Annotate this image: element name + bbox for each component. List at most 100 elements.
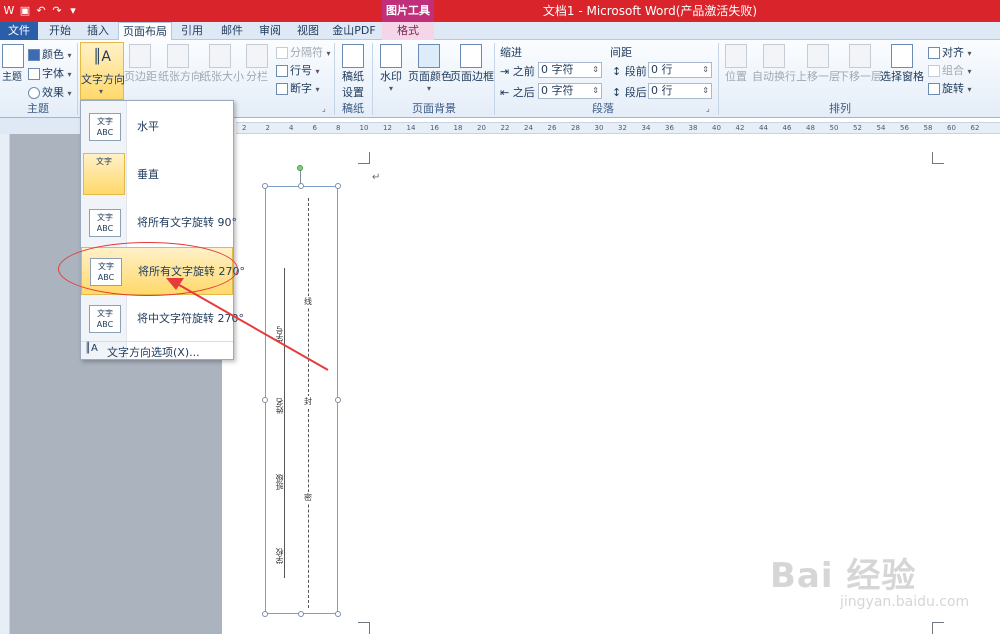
text-direction-icon: ║A — [92, 49, 111, 65]
themes-button[interactable]: 主题 — [0, 44, 24, 83]
label-class: 班级 — [275, 474, 284, 490]
line-numbers-button[interactable]: 行号 ▾ — [276, 62, 320, 78]
page-borders-button[interactable]: 页面边框 — [450, 44, 494, 84]
ruler-tick-label: 28 — [571, 124, 580, 132]
send-backward-button[interactable]: 下移一层 — [838, 44, 882, 84]
indent-after-input[interactable]: 0 字符 ⇕ — [538, 83, 602, 99]
selection-pane-button[interactable]: 选择窗格 — [880, 44, 924, 84]
tab-file[interactable]: 文件 — [0, 22, 38, 40]
spacing-before-input[interactable]: 0 行 ⇕ — [648, 62, 712, 78]
vertical-ruler[interactable] — [0, 134, 10, 634]
resize-handle-top[interactable] — [298, 183, 304, 189]
hyphenation-button[interactable]: 断字 ▾ — [276, 80, 320, 96]
menu-item-rotate-90[interactable]: 文字ABC 将所有文字旋转 90° — [81, 199, 237, 247]
spinner-icon[interactable]: ⇕ — [592, 63, 599, 77]
tab-review[interactable]: 审阅 — [252, 22, 288, 40]
tab-mailings[interactable]: 邮件 — [214, 22, 250, 40]
wrap-text-button[interactable]: 自动换行 — [752, 44, 796, 84]
orientation-button[interactable]: 纸张方向 — [158, 44, 202, 84]
ruler-tick-label: 4 — [289, 124, 294, 132]
paragraph-mark: ↵ — [372, 172, 381, 183]
group-objects-button[interactable]: 组合 ▾ — [928, 62, 972, 78]
chevron-down-icon: ▾ — [67, 89, 72, 98]
tab-view[interactable]: 视图 — [290, 22, 326, 40]
align-button[interactable]: 对齐 ▾ — [928, 44, 972, 60]
page-color-icon — [418, 44, 440, 68]
dialog-launcher-icon[interactable]: ⌟ — [706, 104, 710, 113]
resize-handle-left[interactable] — [262, 397, 268, 403]
spinner-icon[interactable]: ⇕ — [592, 84, 599, 98]
ruler-tick-label: 42 — [735, 124, 745, 132]
draft-settings-button[interactable]: 稿纸 设置 — [338, 44, 368, 100]
tab-jinshan-pdf[interactable]: 金山PDF — [330, 22, 378, 40]
crop-mark — [932, 622, 944, 634]
ruler-tick-label: 26 — [547, 124, 557, 132]
spinner-icon[interactable]: ⇕ — [702, 84, 709, 98]
ruler-tick-label: 56 — [900, 124, 909, 132]
resize-handle-bottom-right[interactable] — [335, 611, 341, 617]
size-button[interactable]: 纸张大小 — [200, 44, 244, 84]
tab-references[interactable]: 引用 — [174, 22, 210, 40]
resize-handle-top-left[interactable] — [262, 183, 268, 189]
text-direction-button[interactable]: ║A 文字方向 ▾ — [80, 42, 125, 100]
selection-pane-icon — [891, 44, 913, 68]
ruler-tick-label: 46 — [782, 124, 792, 132]
spinner-icon[interactable]: ⇕ — [702, 63, 709, 77]
orientation-icon — [167, 44, 189, 68]
resize-handle-right[interactable] — [335, 397, 341, 403]
tab-format[interactable]: 格式 — [382, 22, 434, 40]
ruler-tick-label: 62 — [970, 124, 980, 132]
rotate-icon — [928, 83, 940, 95]
page-borders-icon — [460, 44, 482, 68]
bring-forward-button[interactable]: 上移一层 — [796, 44, 840, 84]
ruler-tick-label: 14 — [406, 124, 416, 132]
rotate-handle[interactable] — [297, 165, 303, 171]
indent-before-input[interactable]: 0 字符 ⇕ — [538, 62, 602, 78]
ruler-tick-label: 10 — [359, 124, 369, 132]
undo-icon[interactable]: ↶ — [34, 3, 48, 19]
horizontal-ruler[interactable]: 2 2 4 6 8 10 12 14 16 18 20 22 24 26 28 30 32 34 36 38 40 42 4… — [236, 122, 1000, 134]
chevron-down-icon: ▾ — [426, 84, 431, 93]
resize-handle-bottom-left[interactable] — [262, 611, 268, 617]
resize-handle-bottom[interactable] — [298, 611, 304, 617]
menu-item-horizontal[interactable]: 文字ABC 水平 — [81, 103, 233, 151]
fonts-button[interactable]: 字体 ▾ — [28, 65, 72, 81]
margins-button[interactable]: 页边距 — [124, 44, 157, 84]
ruler-tick-label: 40 — [712, 124, 721, 132]
columns-button[interactable]: 分栏 — [244, 44, 270, 84]
tab-home[interactable]: 开始 — [42, 22, 78, 40]
ruler-corner — [0, 118, 80, 134]
position-button[interactable]: 位置 — [722, 44, 750, 84]
tab-page-layout[interactable]: 页面布局 — [118, 22, 172, 41]
spacing-after-input[interactable]: 0 行 ⇕ — [648, 83, 712, 99]
tab-insert[interactable]: 插入 — [80, 22, 116, 40]
save-icon[interactable]: ▣ — [18, 3, 32, 19]
send-backward-icon — [849, 44, 871, 68]
text-direction-options-icon: ║A — [85, 343, 98, 354]
chevron-down-icon: ▾ — [315, 67, 320, 76]
ruler-tick-label: 8 — [336, 124, 341, 132]
resize-handle-top-right[interactable] — [335, 183, 341, 189]
dialog-launcher-icon[interactable]: ⌟ — [322, 104, 326, 113]
rotate-90-text-icon: 文字ABC — [89, 209, 121, 237]
group-label-arrange: 排列 — [829, 102, 851, 115]
watermark-icon — [380, 44, 402, 68]
crop-mark — [358, 152, 370, 164]
group-label-page-background: 页面背景 — [412, 102, 456, 115]
group-separator — [718, 43, 719, 115]
breaks-button[interactable]: 分隔符 ▾ — [276, 44, 331, 60]
menu-item-vertical[interactable]: 文字 垂直 — [81, 151, 233, 199]
ruler-tick-label: 12 — [383, 124, 392, 132]
ruler-tick-label: 54 — [876, 124, 886, 132]
quick-access-toolbar: W ▣ ↶ ↷ ▾ — [0, 0, 80, 22]
colors-button[interactable]: 颜色 ▾ — [28, 46, 72, 62]
rotate-button[interactable]: 旋转 ▾ — [928, 80, 972, 96]
page-color-button[interactable]: 页面颜色 ▾ — [408, 44, 452, 93]
customize-qat-icon[interactable]: ▾ — [66, 3, 80, 19]
effects-button[interactable]: 效果 ▾ — [28, 84, 72, 100]
redo-icon[interactable]: ↷ — [50, 3, 64, 19]
watermark-button[interactable]: 水印 ▾ — [376, 44, 406, 93]
ruler-tick-label: 48 — [806, 124, 815, 132]
chevron-down-icon: ▾ — [99, 87, 104, 96]
line-numbers-icon — [276, 65, 288, 77]
